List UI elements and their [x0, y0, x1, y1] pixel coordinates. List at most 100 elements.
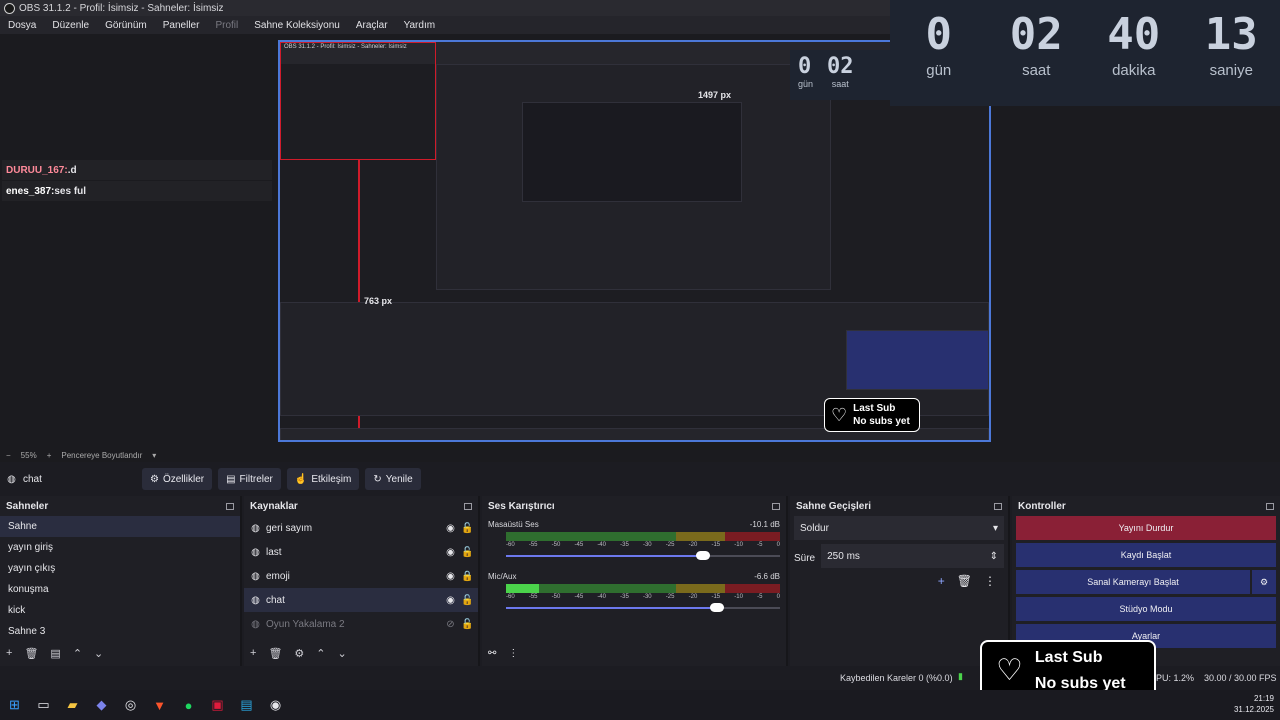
menu-paneller[interactable]: Paneller — [155, 20, 208, 31]
source-item[interactable]: ◍ geri sayım ◉ 🔓 — [244, 516, 478, 540]
scene-item[interactable]: Sahne — [0, 516, 240, 537]
duration-input[interactable]: 250 ms ⇕ — [821, 544, 1004, 568]
popout-icon[interactable] — [464, 502, 472, 510]
spotify-icon[interactable]: ● — [174, 690, 203, 720]
app-icon[interactable]: ▤ — [232, 690, 261, 720]
zoom-percent: 55% — [20, 450, 37, 460]
eye-off-icon[interactable]: ⊘ — [445, 619, 456, 630]
studio-mode-button[interactable]: Stüdyo Modu — [1016, 597, 1276, 621]
popout-icon[interactable] — [994, 502, 1002, 510]
popout-icon[interactable] — [226, 502, 234, 510]
transitions-dock: Sahne Geçişleri Soldur ▾ Süre 250 ms ⇕ + 🗑… — [790, 496, 1010, 666]
eye-icon[interactable]: ◉ — [445, 595, 456, 606]
popout-icon[interactable] — [772, 502, 780, 510]
add-icon[interactable]: + — [6, 647, 12, 660]
eye-icon[interactable]: ◉ — [445, 547, 456, 558]
app-icon[interactable]: ▣ — [203, 690, 232, 720]
trash-icon[interactable]: 🗑 — [957, 574, 972, 588]
scene-item[interactable]: yayın çıkış — [0, 558, 240, 579]
duration-value: 250 ms — [827, 550, 860, 562]
arrow-up-icon[interactable]: ⌃ — [316, 647, 325, 660]
nested-preview-source[interactable]: OBS 31.1.2 - Profil: İsimsiz - Sahneler:… — [278, 40, 991, 442]
source-item[interactable]: ◍ Oyun Yakalama 2 ⊘ 🔓 — [244, 612, 478, 636]
meter-tick-label: -15 — [711, 594, 721, 600]
add-icon[interactable]: + — [250, 647, 256, 660]
transition-select[interactable]: Soldur ▾ — [794, 516, 1004, 540]
source-item[interactable]: ◍ emoji ◉ 🔒 — [244, 564, 478, 588]
start-recording-button[interactable]: Kaydı Başlat — [1016, 543, 1276, 567]
countdown-value: 0 — [925, 9, 953, 60]
trash-icon[interactable]: 🗑 — [268, 647, 282, 660]
link-icon[interactable]: ⚯ — [488, 648, 496, 659]
interact-button[interactable]: ☝ Etkileşim — [286, 468, 360, 490]
unlock-icon[interactable]: 🔓 — [461, 547, 473, 558]
source-item[interactable]: ◍ last ◉ 🔓 — [244, 540, 478, 564]
arrow-down-icon[interactable]: ⌄ — [94, 647, 103, 660]
obs-icon[interactable]: ◉ — [261, 690, 290, 720]
eye-icon[interactable]: ◉ — [445, 523, 456, 534]
start-virtual-cam-button[interactable]: Sanal Kamerayı Başlat — [1016, 570, 1250, 594]
teams-icon[interactable]: ◆ — [87, 690, 116, 720]
arrow-up-icon[interactable]: ⌃ — [73, 647, 82, 660]
chat-text: ses ful — [54, 185, 87, 197]
scene-item[interactable]: kick — [0, 600, 240, 621]
meter-tick-label: -55 — [528, 542, 538, 548]
brave-browser-icon[interactable]: ▼ — [145, 690, 174, 720]
chevron-down-icon[interactable]: ▾ — [152, 451, 156, 460]
minus-icon[interactable]: − — [6, 451, 11, 460]
clock-time: 21:19 — [1253, 694, 1274, 703]
meter-tick-label: -45 — [574, 542, 584, 548]
scene-item[interactable]: Sahne 3 — [0, 621, 240, 642]
refresh-button[interactable]: ↻ Yenile — [365, 468, 421, 490]
trash-icon[interactable]: 🗑 — [24, 647, 38, 660]
scene-item[interactable]: konuşma — [0, 579, 240, 600]
filters-button[interactable]: ▤ Filtreler — [218, 468, 281, 490]
filter-icon[interactable]: ▤ — [50, 647, 60, 660]
last-sub-widget-preview: ♡ Last Sub No subs yet — [824, 398, 920, 432]
windows-start-icon[interactable]: ⊞ — [0, 690, 29, 720]
slider-handle[interactable] — [709, 603, 724, 612]
eye-icon[interactable]: ◉ — [445, 571, 456, 582]
menu-profil[interactable]: Profil — [207, 20, 246, 31]
source-item[interactable]: ◍ chat ◉ 🔓 — [244, 588, 478, 612]
plus-icon[interactable]: + — [47, 451, 52, 460]
spin-icon[interactable]: ⇕ — [990, 551, 998, 562]
add-icon[interactable]: + — [938, 574, 945, 588]
volume-slider[interactable] — [506, 602, 780, 614]
window-titlebar: OBS 31.1.2 - Profil: İsimsiz - Sahneler:… — [0, 0, 890, 16]
menu-duzenle[interactable]: Düzenle — [44, 20, 97, 31]
unlock-icon[interactable]: 🔓 — [461, 523, 473, 534]
menu-gorunum[interactable]: Görünüm — [97, 20, 155, 31]
scenes-dock: Sahneler Sahne yayın giriş yayın çıkış k… — [0, 496, 242, 666]
countdown-seconds: 13 saniye — [1186, 12, 1276, 80]
popout-icon[interactable] — [1266, 502, 1274, 510]
gear-icon[interactable]: ⚙ — [1252, 570, 1276, 594]
menu-dots-icon[interactable]: ⋮ — [508, 648, 518, 659]
unlock-icon[interactable]: 🔓 — [461, 595, 473, 606]
scene-item[interactable]: yayın giriş — [0, 537, 240, 558]
countdown-value: 40 — [1107, 9, 1161, 60]
steam-icon[interactable]: ◎ — [116, 690, 145, 720]
file-explorer-icon[interactable]: ▰ — [58, 690, 87, 720]
zoom-fit-label[interactable]: Pencereye Boyutlandır — [61, 451, 142, 460]
gear-icon[interactable]: ⚙ — [294, 647, 304, 660]
menu-araclar[interactable]: Araçlar — [348, 20, 396, 31]
meter-tick-label: -20 — [688, 594, 698, 600]
lock-icon[interactable]: 🔒 — [461, 571, 473, 582]
stop-stream-button[interactable]: Yayını Durdur — [1016, 516, 1276, 540]
unlock-icon[interactable]: 🔓 — [461, 619, 473, 630]
slider-handle[interactable] — [696, 551, 711, 560]
volume-slider[interactable] — [506, 550, 780, 562]
properties-button[interactable]: ⚙ Özellikler — [142, 468, 213, 490]
task-view-icon[interactable]: ▭ — [29, 690, 58, 720]
menu-dots-icon[interactable]: ⋮ — [984, 574, 996, 588]
meter-tick-label: -40 — [597, 542, 606, 548]
transitions-title: Sahne Geçişleri — [796, 500, 872, 512]
menu-dosya[interactable]: Dosya — [0, 20, 44, 31]
menu-yardim[interactable]: Yardım — [396, 20, 444, 31]
system-clock[interactable]: 21:19 31.12.2025 — [1234, 693, 1274, 715]
meter-ticks: -60 -55 -50 -45 -40 -35 -30 -25 -20 -15 -10 -5 0 — [506, 542, 780, 548]
menu-sahne-koleksiyonu[interactable]: Sahne Koleksiyonu — [246, 20, 348, 31]
arrow-down-icon[interactable]: ⌄ — [338, 647, 347, 660]
properties-label: Özellikler — [162, 473, 205, 485]
